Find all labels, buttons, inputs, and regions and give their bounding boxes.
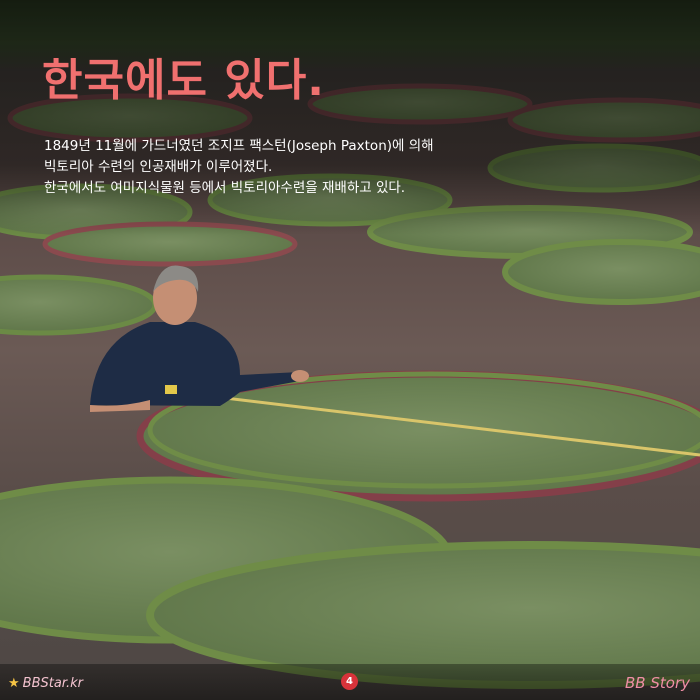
text-backdrop	[0, 0, 700, 235]
body-line: 1849년 11월에 가드너였던 조지프 팩스턴(Joseph Paxton)에…	[44, 138, 434, 154]
page-number-badge: 4	[341, 673, 358, 690]
star-icon: ★	[8, 676, 20, 691]
body-line: 빅토리아 수련의 인공재배가 이루어졌다.	[44, 159, 273, 175]
brand-left-label: BBStar.kr	[22, 676, 83, 691]
brand-right-logo: BB Story	[625, 674, 690, 692]
body-text: 1849년 11월에 가드너였던 조지프 팩스턴(Joseph Paxton)에…	[44, 136, 604, 199]
body-line: 한국에서도 여미지식물원 등에서 빅토리아수련을 재배하고 있다.	[44, 180, 406, 196]
card-canvas: 한국에도 있다. 1849년 11월에 가드너였던 조지프 팩스턴(Joseph…	[0, 0, 700, 700]
brand-left-link[interactable]: ★ BBStar.kr	[8, 676, 83, 691]
footer-bar: ★ BBStar.kr 4 BB Story	[0, 664, 700, 700]
headline: 한국에도 있다.	[42, 55, 325, 106]
lily-pad-foreground	[0, 370, 700, 689]
